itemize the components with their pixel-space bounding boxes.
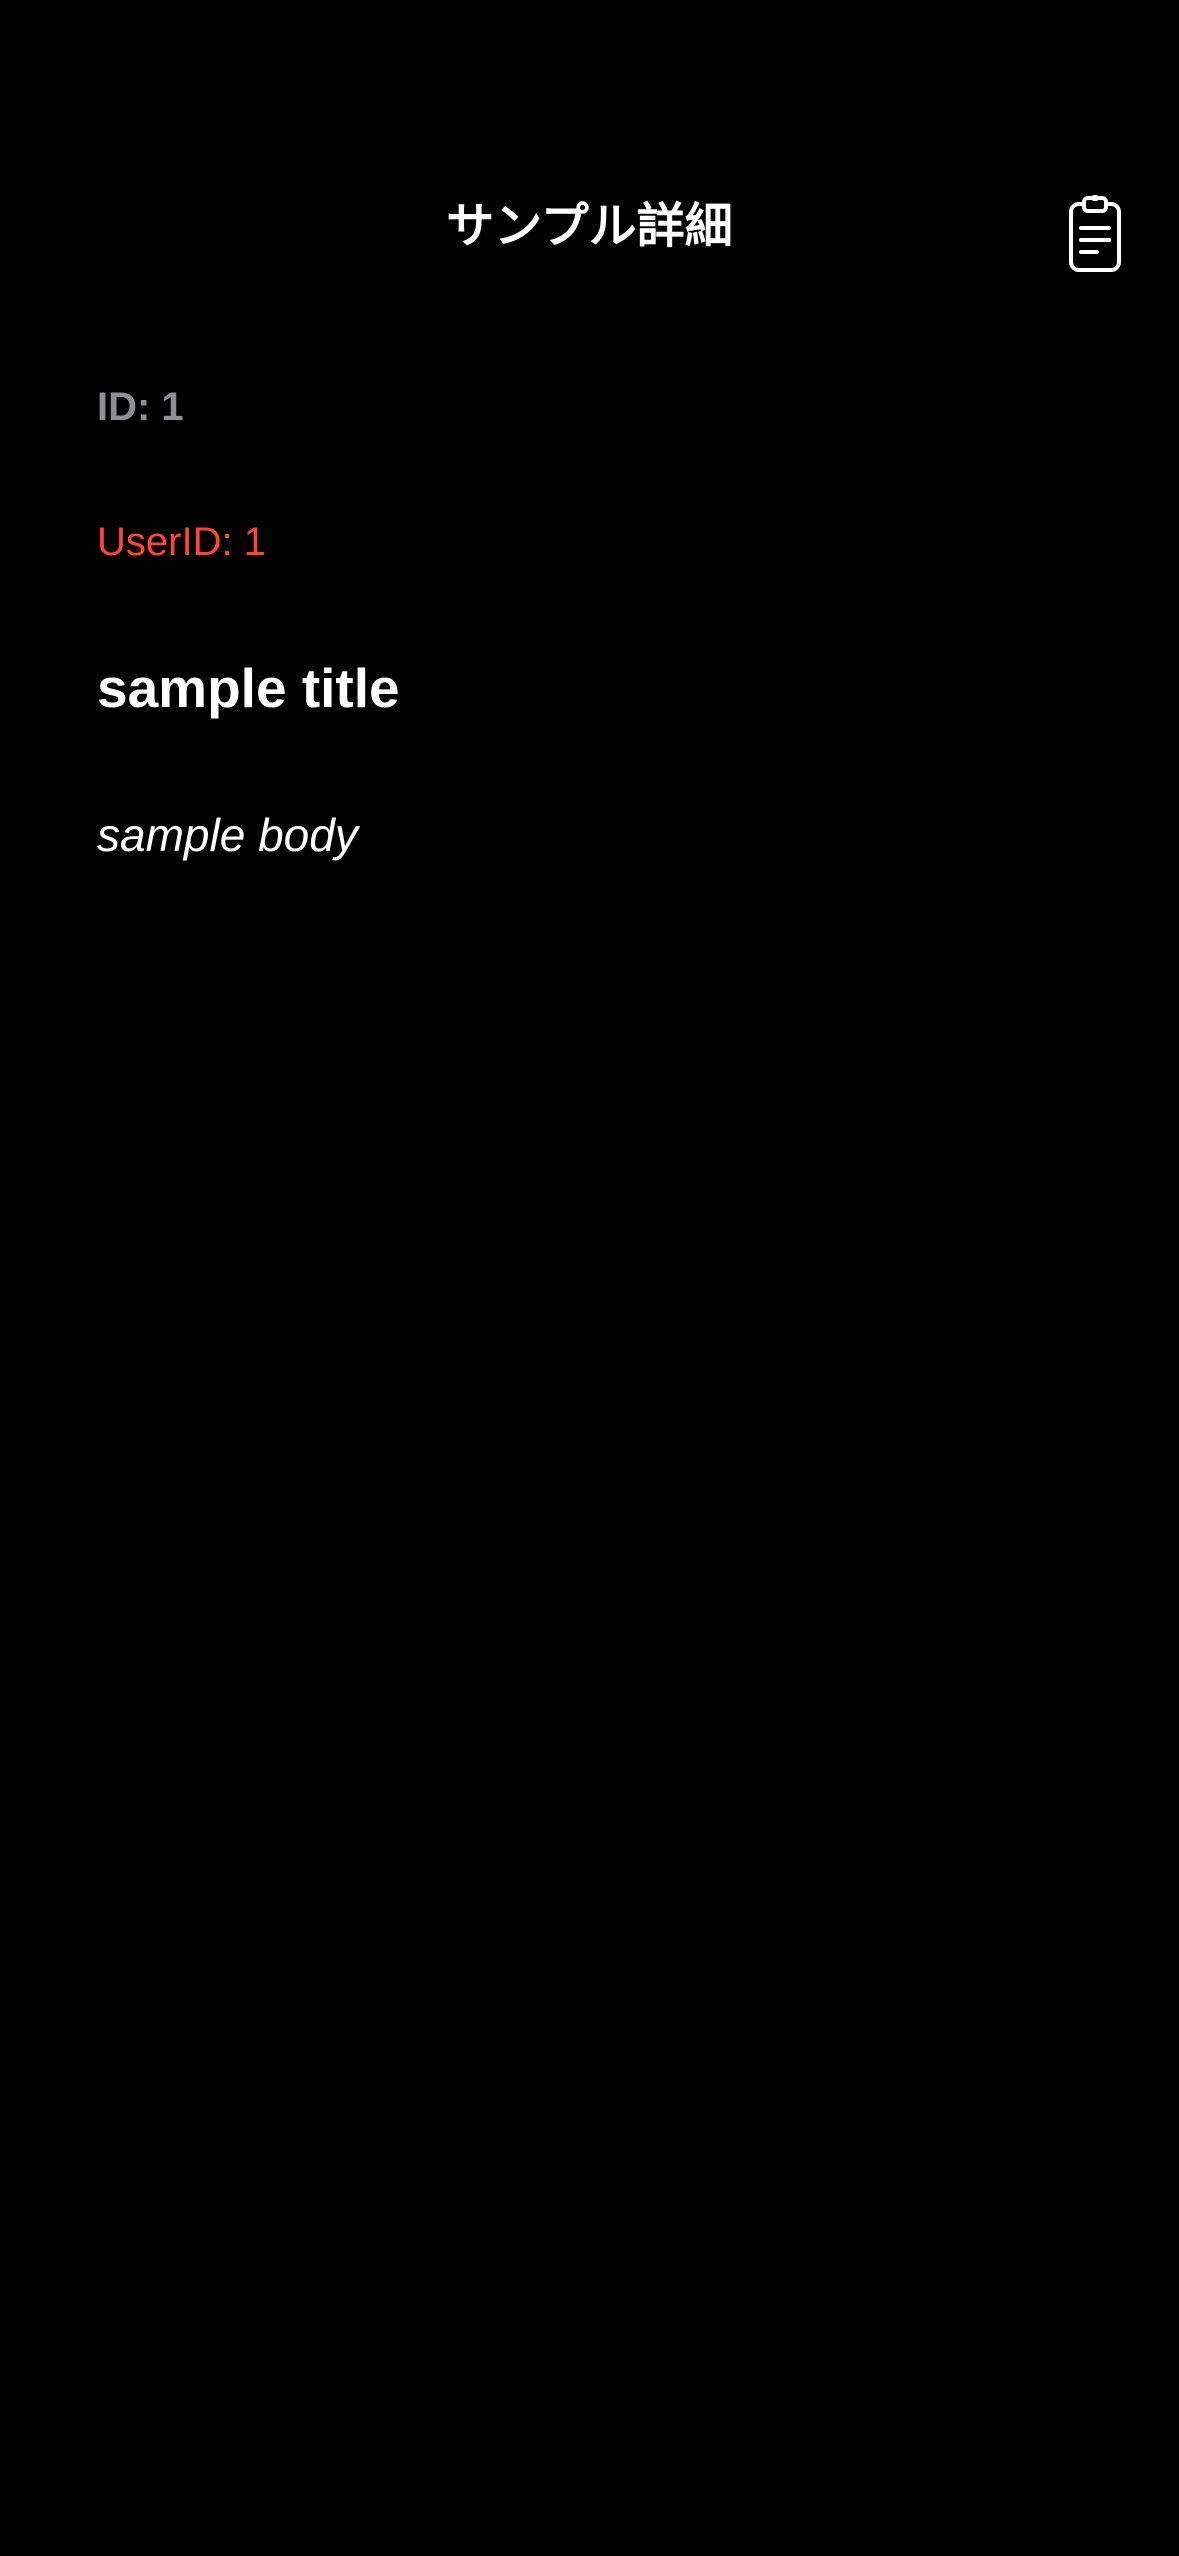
navigation-bar: サンプル詳細 [0, 170, 1179, 285]
clipboard-icon [1069, 195, 1121, 272]
user-id-label: UserID: 1 [97, 520, 266, 564]
id-label: ID: 1 [97, 385, 184, 429]
post-title: sample title [97, 657, 400, 719]
page-title: サンプル詳細 [446, 198, 733, 254]
copy-button[interactable] [1060, 188, 1130, 280]
post-body: sample body [97, 809, 358, 861]
